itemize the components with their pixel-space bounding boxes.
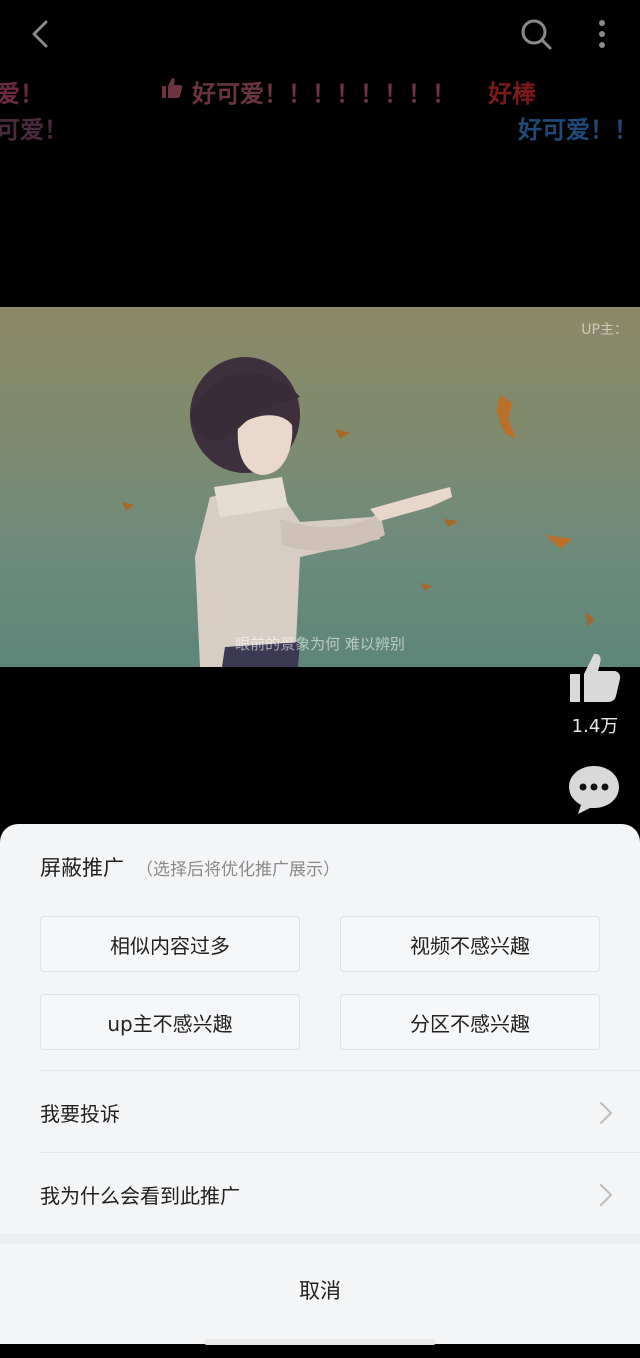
danmaku-item: 好可爱！！	[518, 116, 638, 144]
more-options-icon[interactable]	[590, 16, 614, 52]
danmaku-item: 可爱！	[0, 116, 68, 144]
chevron-right-icon	[600, 1102, 612, 1124]
sheet-title: 屏蔽推广 （选择后将优化推广展示）	[40, 852, 340, 882]
option-similar-content-button[interactable]: 相似内容过多	[40, 916, 300, 972]
video-player[interactable]: UP主： 眼前的景象为何 难以辨别	[0, 307, 640, 667]
report-label: 我要投诉	[40, 1102, 120, 1126]
back-arrow-icon[interactable]	[22, 16, 58, 52]
block-promotion-sheet: 屏蔽推广 （选择后将优化推广展示） 相似内容过多 视频不感兴趣 up主不感兴趣 分…	[0, 824, 640, 1344]
video-frame-illustration	[122, 357, 594, 667]
like-count: 1.4万	[571, 716, 619, 737]
danmaku-item: 好可爱！！！！！！！！	[192, 80, 456, 108]
sheet-title-text: 屏蔽推广	[40, 856, 124, 880]
home-indicator[interactable]	[204, 1339, 436, 1345]
sheet-hint: （选择后将优化推广展示）	[136, 860, 340, 880]
cancel-button[interactable]: 取消	[0, 1244, 640, 1336]
like-icon[interactable]	[566, 650, 622, 704]
chevron-right-icon	[600, 1184, 612, 1206]
danmaku-item: 好棒	[488, 80, 536, 108]
thumb-up-icon	[162, 78, 183, 98]
option-video-not-interested-button[interactable]: 视频不感兴趣	[340, 916, 600, 972]
danmaku-item: 爱！	[0, 80, 44, 108]
divider	[40, 1070, 640, 1071]
section-gap	[0, 1234, 640, 1244]
why-seeing-row[interactable]: 我为什么会看到此推广	[0, 1154, 640, 1234]
search-icon[interactable]	[518, 16, 554, 52]
option-uploader-not-interested-button[interactable]: up主不感兴趣	[40, 994, 300, 1050]
report-row[interactable]: 我要投诉	[0, 1072, 640, 1152]
video-watermark: UP主：	[581, 322, 628, 338]
option-category-not-interested-button[interactable]: 分区不感兴趣	[340, 994, 600, 1050]
top-bar	[0, 0, 640, 70]
divider	[40, 1152, 640, 1153]
why-seeing-label: 我为什么会看到此推广	[40, 1184, 240, 1208]
video-subtitle: 眼前的景象为何 难以辨别	[235, 635, 405, 653]
comment-icon[interactable]	[566, 762, 622, 816]
